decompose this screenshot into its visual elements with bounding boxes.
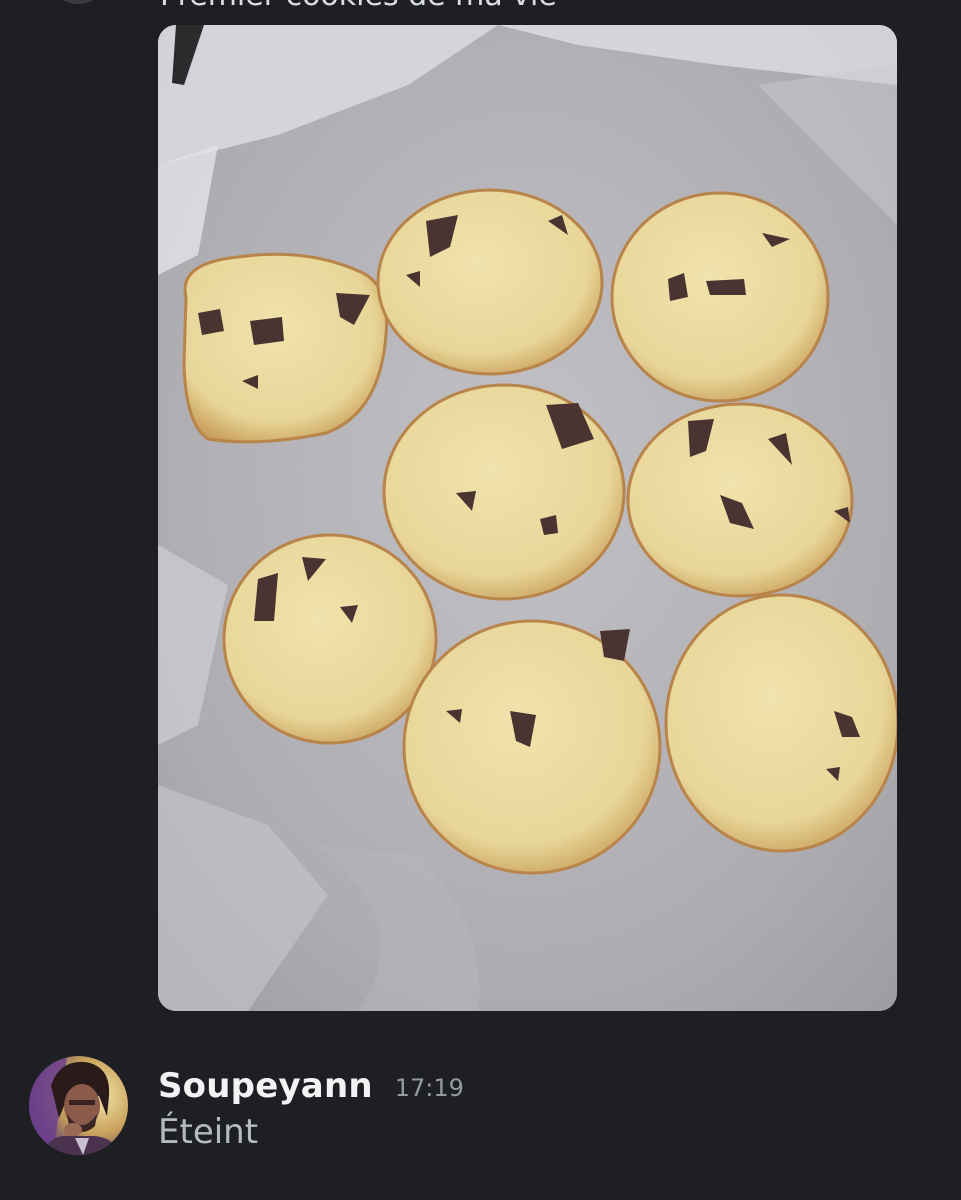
- user-avatar-portrait-icon: [29, 1056, 128, 1155]
- username[interactable]: Soupeyann: [158, 1066, 373, 1106]
- message-header: Soupeyann 17:19: [158, 1062, 464, 1110]
- image-attachment[interactable]: [158, 25, 897, 1011]
- chat-view: Premier cookies de ma vie: [0, 0, 961, 1200]
- previous-message-text: Premier cookies de ma vie: [160, 0, 557, 13]
- previous-author-avatar[interactable]: [52, 0, 104, 4]
- message-text: Éteint: [158, 1112, 259, 1152]
- user-avatar[interactable]: [29, 1056, 128, 1155]
- cookies-photo: [158, 25, 897, 1011]
- message-timestamp: 17:19: [394, 1074, 464, 1102]
